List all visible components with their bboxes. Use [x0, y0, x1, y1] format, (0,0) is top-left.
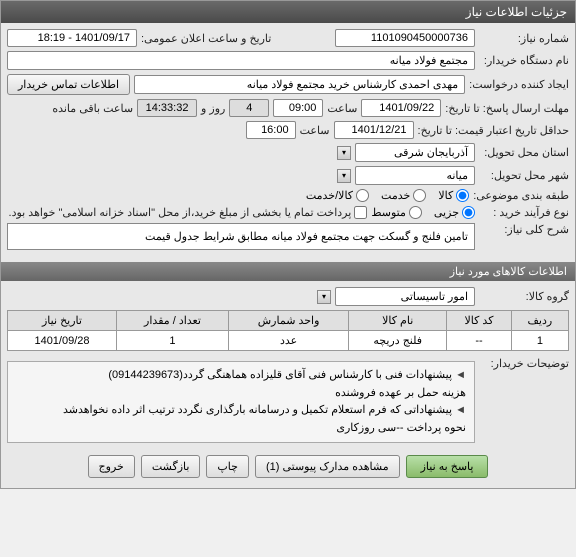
remain-label: ساعت باقی مانده — [52, 102, 133, 115]
radio-partial-label: جزیی — [434, 206, 459, 219]
print-button[interactable]: چاپ — [206, 455, 249, 478]
city-label: شهر محل تحویل: — [479, 169, 569, 182]
category-radio-group: کالا خدمت کالا/خدمت — [306, 189, 469, 202]
note-line: نحوه پرداخت --سی روزکاری — [336, 422, 466, 434]
section-header-items: اطلاعات کالاهای مورد نیاز — [1, 262, 575, 281]
radio-service-label: خدمت — [381, 189, 410, 202]
desc-label: شرح کلی نیاز: — [479, 223, 569, 236]
content-area: شماره نیاز: 1101090450000736 تاریخ و ساع… — [1, 23, 575, 488]
dropdown-icon[interactable]: ▾ — [317, 290, 331, 304]
category-label: طبقه بندی موضوعی: — [473, 189, 569, 202]
requester-field: مهدی احمدی کارشناس خرید مجتمع فولاد میان… — [134, 75, 465, 94]
group-label: گروه کالا: — [479, 290, 569, 303]
radio-medium-label: متوسط — [371, 206, 406, 219]
treasury-checkbox[interactable] — [354, 206, 367, 219]
items-table: ردیف کد کالا نام کالا واحد شمارش تعداد /… — [7, 310, 569, 351]
group-field: امور تاسیساتی — [335, 287, 475, 306]
footer-buttons: پاسخ به نیاز مشاهده مدارک پیوستی (1) چاپ… — [7, 447, 569, 482]
contact-button[interactable]: اطلاعات تماس خریدار — [7, 74, 130, 95]
radio-goods-service-label: کالا/خدمت — [306, 189, 353, 202]
bullet-icon: ◄ — [452, 404, 466, 416]
announce-field: 1401/09/17 - 18:19 — [7, 29, 137, 47]
process-radio-group: جزیی متوسط — [371, 206, 475, 219]
process-label: نوع فرآیند خرید : — [479, 206, 569, 219]
remain-time-field: 14:33:32 — [137, 99, 197, 117]
th-unit: واحد شمارش — [229, 311, 349, 331]
radio-partial[interactable] — [462, 206, 475, 219]
days-field: 4 — [229, 99, 269, 117]
note-line: هزینه حمل بر عهده فروشنده — [335, 387, 466, 399]
buyer-notes-box: ◄ پیشنهادات فنی با کارشناس فنی آقای قلیز… — [7, 361, 475, 443]
deadline-label: مهلت ارسال پاسخ: تا تاریخ: — [445, 102, 569, 115]
bullet-icon: ◄ — [452, 369, 466, 381]
back-button[interactable]: بازگشت — [141, 455, 201, 478]
requester-label: ایجاد کننده درخواست: — [469, 78, 569, 91]
province-field: آذربایجان شرقی — [355, 143, 475, 162]
city-field: میانه — [355, 166, 475, 185]
validity-label: حداقل تاریخ اعتبار قیمت: تا تاریخ: — [418, 124, 569, 137]
note-line: پیشنهادات فنی با کارشناس فنی آقای قلیزاد… — [108, 369, 452, 381]
th-code: کد کالا — [447, 311, 512, 331]
province-label: استان محل تحویل: — [479, 146, 569, 159]
th-name: نام کالا — [349, 311, 447, 331]
announce-label: تاریخ و ساعت اعلان عمومی: — [141, 32, 271, 45]
time-label-2: ساعت — [300, 124, 330, 137]
table-row[interactable]: 1 -- فلنج دریچه عدد 1 1401/09/28 — [8, 331, 569, 351]
dropdown-icon[interactable]: ▾ — [337, 169, 351, 183]
need-no-label: شماره نیاز: — [479, 32, 569, 45]
th-qty: تعداد / مقدار — [116, 311, 228, 331]
note-line: پیشنهاداتی که فرم استعلام تکمیل و درساما… — [63, 404, 452, 416]
td-code: -- — [447, 331, 512, 351]
need-no-field: 1101090450000736 — [335, 29, 475, 47]
buyer-label: نام دستگاه خریدار: — [479, 54, 569, 67]
deadline-time-field: 09:00 — [273, 99, 323, 117]
td-row: 1 — [511, 331, 568, 351]
attachments-button[interactable]: مشاهده مدارک پیوستی (1) — [255, 455, 400, 478]
deadline-date-field: 1401/09/22 — [361, 99, 441, 117]
th-date: تاریخ نیاز — [8, 311, 117, 331]
window: جزئیات اطلاعات نیاز شماره نیاز: 11010904… — [0, 0, 576, 489]
td-unit: عدد — [229, 331, 349, 351]
radio-goods[interactable] — [456, 189, 469, 202]
td-qty: 1 — [116, 331, 228, 351]
respond-button[interactable]: پاسخ به نیاز — [406, 455, 489, 478]
buyer-field: مجتمع فولاد میانه — [7, 51, 475, 70]
dropdown-icon[interactable]: ▾ — [337, 146, 351, 160]
time-label-1: ساعت — [327, 102, 357, 115]
exit-button[interactable]: خروج — [88, 455, 135, 478]
td-name: فلنج دریچه — [349, 331, 447, 351]
titlebar: جزئیات اطلاعات نیاز — [1, 1, 575, 23]
validity-time-field: 16:00 — [246, 121, 296, 139]
process-note: پرداخت تمام یا بخشی از مبلغ خرید،از محل … — [9, 206, 352, 219]
radio-goods-label: کالا — [438, 189, 453, 202]
validity-date-field: 1401/12/21 — [334, 121, 414, 139]
td-date: 1401/09/28 — [8, 331, 117, 351]
days-label: روز و — [201, 102, 225, 115]
radio-medium[interactable] — [409, 206, 422, 219]
th-row: ردیف — [511, 311, 568, 331]
radio-goods-service[interactable] — [356, 189, 369, 202]
radio-service[interactable] — [413, 189, 426, 202]
desc-box: تامین فلنج و گسکت جهت مجتمع فولاد میانه … — [7, 223, 475, 250]
buyer-notes-label: توضیحات خریدار: — [479, 357, 569, 370]
table-header-row: ردیف کد کالا نام کالا واحد شمارش تعداد /… — [8, 311, 569, 331]
